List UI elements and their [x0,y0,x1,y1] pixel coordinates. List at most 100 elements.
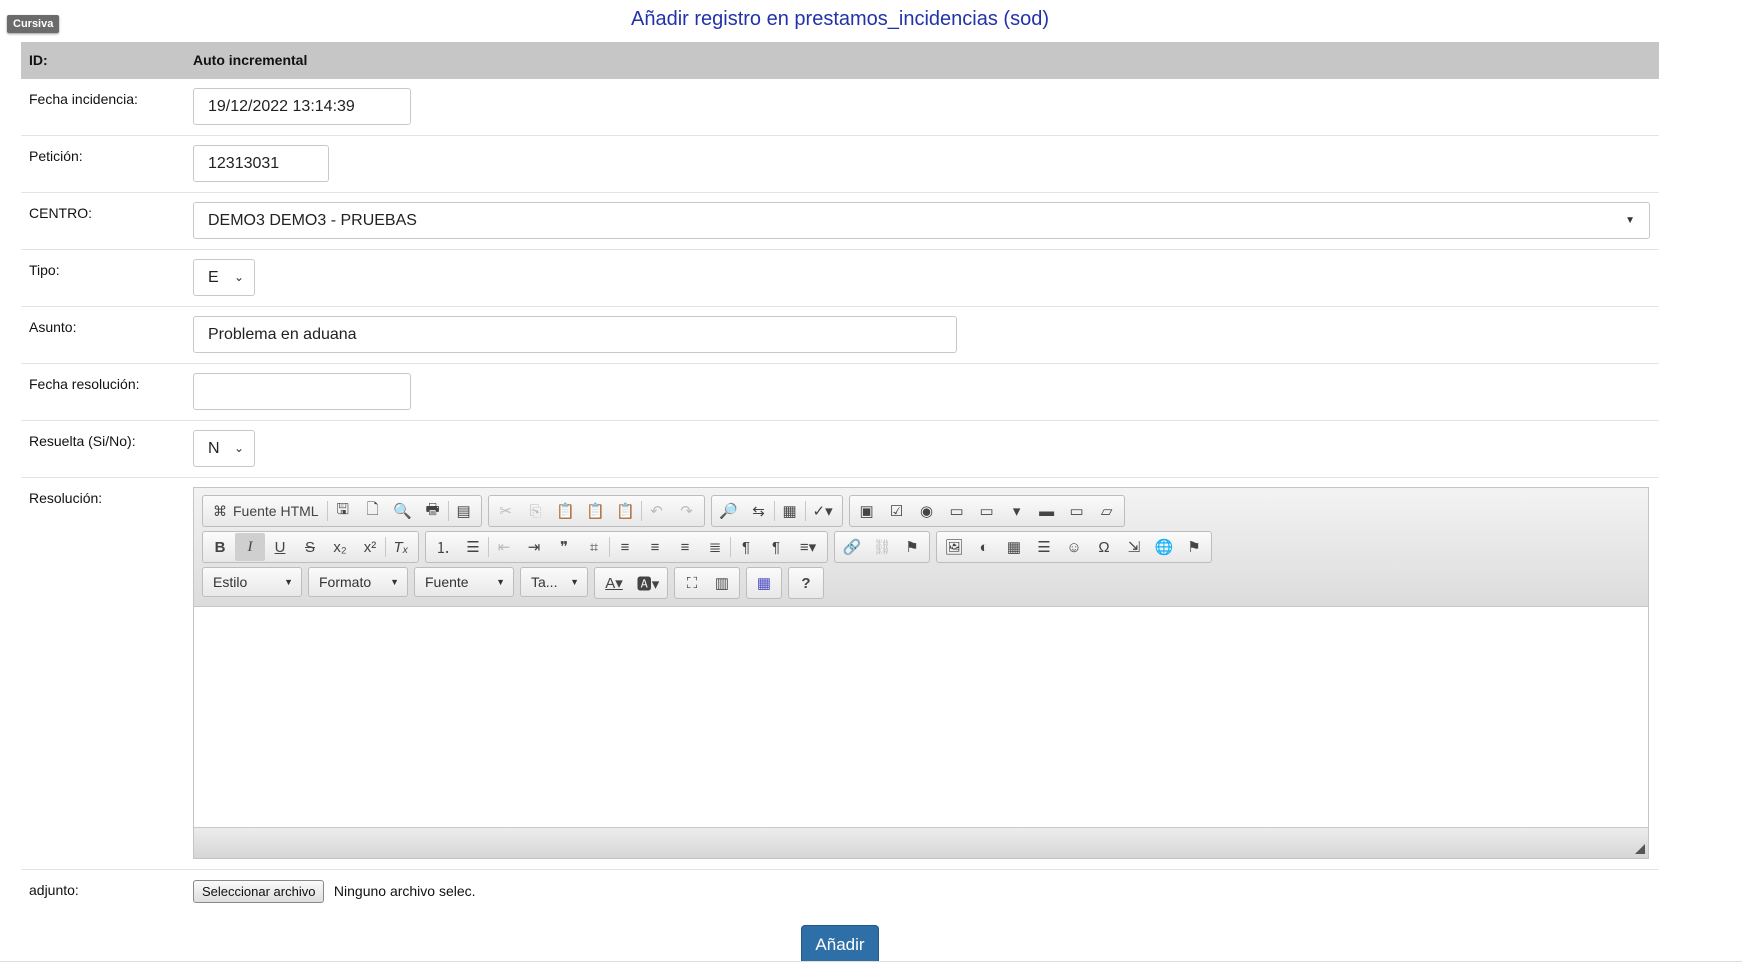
tools-group: ⛶ ▥ [674,567,740,599]
italic-icon[interactable]: I [235,533,265,561]
textfield-icon[interactable]: ▭ [942,497,972,525]
find-icon[interactable]: 🔎 [714,497,744,525]
anchor-flag-icon[interactable]: ⚑ [897,533,927,561]
remove-format-icon[interactable]: Tₓ [386,533,416,561]
flag-icon[interactable]: ⚑ [1179,533,1209,561]
help-icon[interactable]: ? [791,569,821,597]
maximize-icon[interactable]: ⛶ [677,569,707,597]
show-blocks-icon[interactable]: ▥ [707,569,737,597]
chevron-down-icon: ⌄ [233,270,244,284]
size-combo-label: Ta... [531,574,558,590]
templates-icon[interactable]: ▤ [449,497,479,525]
source-html-button[interactable]: ⌘ Fuente HTML [205,497,327,525]
cut-icon[interactable]: ✂ [491,497,521,525]
smiley-icon[interactable]: ☺ [1059,533,1089,561]
text-color-icon[interactable]: A▾ [597,569,631,597]
copy-icon[interactable]: ⎘ [521,497,551,525]
fecha-incidencia-input[interactable]: 19/12/2022 13:14:39 [193,88,411,125]
radio-icon[interactable]: ◉ [912,497,942,525]
undo-icon[interactable]: ↶ [642,497,672,525]
print-icon[interactable]: 🖶 [418,497,448,525]
style-combo[interactable]: Estilo ▼ [202,567,302,597]
asunto-input[interactable]: Problema en aduana [193,316,957,353]
page-title: Añadir registro en prestamos_incidencias… [631,8,1049,30]
language-icon[interactable]: ≡▾ [791,533,825,561]
editor-statusbar [194,827,1648,858]
flash-icon[interactable]: ◐ [969,533,999,561]
caret-down-icon: ▼ [496,577,505,587]
adjunto-label: adjunto: [29,882,79,898]
select-all-icon[interactable]: ▦ [775,497,805,525]
background-color-icon[interactable]: 🅰▾ [631,569,665,597]
hidden-field-icon[interactable]: ▱ [1092,497,1122,525]
ltr-icon[interactable]: ¶ [731,533,761,561]
tipo-select[interactable]: E ⌄ [193,259,255,296]
table-icon[interactable]: ▦ [999,533,1029,561]
add-button[interactable]: Añadir [801,925,879,962]
paste-word-icon[interactable]: 📋 [611,497,641,525]
bulleted-list-icon[interactable]: ☰ [458,533,488,561]
unlink-icon[interactable]: ⛓ [867,533,897,561]
checkbox-icon[interactable]: ☑ [882,497,912,525]
resize-handle-icon[interactable] [1635,844,1645,854]
resuelta-select[interactable]: N ⌄ [193,430,255,467]
asunto-label: Asunto: [29,319,77,335]
button-field-icon[interactable]: ▬ [1032,497,1062,525]
tipo-value: E [208,269,219,286]
replace-icon[interactable]: ⇆ [744,497,774,525]
editor-content-area[interactable] [194,607,1648,827]
grid-icon[interactable]: ▦ [749,569,779,597]
justify-icon[interactable]: ≣ [700,533,730,561]
font-combo[interactable]: Fuente ▼ [414,567,514,597]
iframe-icon[interactable]: 🌐 [1149,533,1179,561]
new-page-icon[interactable]: 🗋 [358,497,388,525]
peticion-label: Petición: [29,148,83,164]
textarea-icon[interactable]: ▭ [972,497,1002,525]
row-resolucion: Resolución: ⌘ Fuente HTML 🖫 🗋 🔍 🖶 ▤ ✂ ⎘ … [21,478,1659,870]
superscript-icon[interactable]: x² [355,533,385,561]
tipo-label: Tipo: [29,262,60,278]
align-center-icon[interactable]: ≡ [640,533,670,561]
row-fecha-incidencia: Fecha incidencia: 19/12/2022 13:14:39 [21,79,1659,136]
paste-text-icon[interactable]: 📋 [581,497,611,525]
align-right-icon[interactable]: ≡ [670,533,700,561]
horizontal-rule-icon[interactable]: ☰ [1029,533,1059,561]
rtl-icon[interactable]: ¶ [761,533,791,561]
div-container-icon[interactable]: ⌗ [579,533,609,561]
preview-icon[interactable]: 🔍 [388,497,418,525]
underline-icon[interactable]: U [265,533,295,561]
bold-icon[interactable]: B [205,533,235,561]
peticion-input[interactable]: 12313031 [193,145,329,182]
row-centro: CENTRO: DEMO3 DEMO3 - PRUEBAS ▼ [21,193,1659,250]
links-group: 🔗 ⛓ ⚑ [834,531,930,563]
id-label: ID: [29,52,48,68]
link-icon[interactable]: 🔗 [837,533,867,561]
image-button-icon[interactable]: ▭ [1062,497,1092,525]
select-field-icon[interactable]: ▾ [1002,497,1032,525]
fecha-resolucion-input[interactable] [193,373,411,410]
spellcheck-icon[interactable]: ✓▾ [806,497,840,525]
centro-select[interactable]: DEMO3 DEMO3 - PRUEBAS ▼ [193,202,1650,239]
form-icon[interactable]: ▣ [852,497,882,525]
row-id: ID: Auto incremental [21,42,1659,79]
colors-group: A▾ 🅰▾ [594,567,668,599]
paste-icon[interactable]: 📋 [551,497,581,525]
select-file-button[interactable]: Seleccionar archivo [193,880,325,903]
format-combo[interactable]: Formato ▼ [308,567,408,597]
numbered-list-icon[interactable]: ⒈ [428,533,458,561]
file-status: Ninguno archivo selec. [333,883,476,899]
strikethrough-icon[interactable]: S [295,533,325,561]
outdent-icon[interactable]: ⇤ [489,533,519,561]
redo-icon[interactable]: ↷ [672,497,702,525]
subscript-icon[interactable]: x₂ [325,533,355,561]
page-break-icon[interactable]: ⇲ [1119,533,1149,561]
special-char-icon[interactable]: Ω [1089,533,1119,561]
save-icon[interactable]: 🖫 [328,497,358,525]
blockquote-icon[interactable]: ❞ [549,533,579,561]
align-left-icon[interactable]: ≡ [610,533,640,561]
image-icon[interactable]: 🖼 [939,533,969,561]
source-icon: ⌘ [213,502,227,519]
indent-icon[interactable]: ⇥ [519,533,549,561]
size-combo[interactable]: Ta... ▼ [520,567,588,597]
paragraph-group: ⒈ ☰ ⇤ ⇥ ❞ ⌗ ≡ ≡ ≡ ≣ ¶ ¶ ≡▾ [425,531,828,563]
